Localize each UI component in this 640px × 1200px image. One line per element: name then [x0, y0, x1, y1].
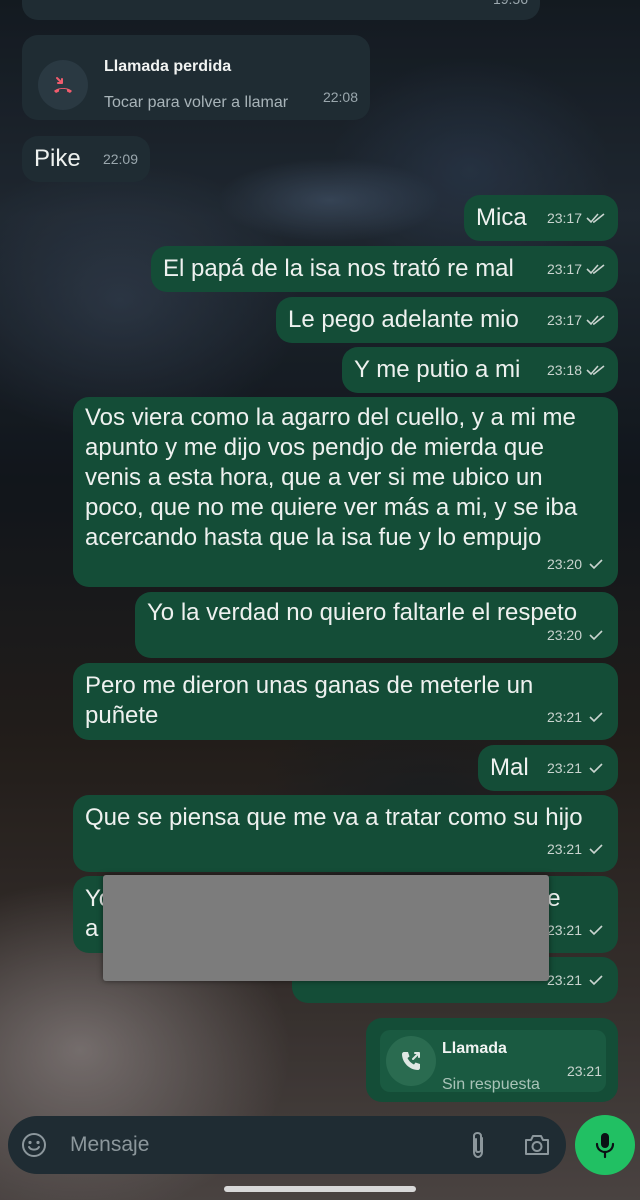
message-meta: 22:09 — [103, 144, 138, 174]
read-receipt-icon — [586, 365, 605, 376]
home-indicator[interactable] — [224, 1186, 416, 1192]
message-time: 23:17 — [546, 312, 582, 328]
missed-call-bubble[interactable]: Llamada perdida Tocar para volver a llam… — [22, 35, 370, 120]
sent-check-icon — [589, 559, 603, 570]
missed-call-title: Llamada perdida — [104, 58, 232, 75]
read-receipt-icon — [586, 213, 605, 224]
message-text: Pike — [34, 145, 81, 172]
message-time: 22:09 — [102, 151, 138, 167]
message-time: 19:56 — [493, 0, 528, 14]
redaction-box — [103, 875, 549, 981]
message-meta: 23:17 — [547, 305, 606, 335]
message-time: 23:20 — [546, 556, 582, 572]
message-meta: 23:20 — [547, 620, 606, 650]
message-text: Vos viera como la agarro del cuello, y a… — [85, 404, 578, 551]
sent-check-icon — [589, 630, 603, 641]
message-meta: 23:20 — [547, 549, 606, 579]
message-time: 23:21 — [546, 760, 582, 776]
camera-icon[interactable] — [522, 1131, 552, 1159]
missed-call-subtitle: Tocar para volver a llamar — [104, 94, 289, 111]
message-text: Y me putio a mi — [354, 356, 521, 383]
emoji-icon[interactable] — [20, 1131, 48, 1159]
message-bubble-incoming[interactable]: Pike 22:09 — [22, 136, 150, 182]
message-time: 22:08 — [322, 89, 358, 105]
sent-check-icon — [589, 763, 603, 774]
outgoing-call-texts: Llamada Sin respuesta — [442, 1034, 540, 1100]
outgoing-call-title: Llamada — [442, 1040, 507, 1057]
outgoing-call-bubble[interactable]: Llamada Sin respuesta 23:21 — [366, 1018, 618, 1102]
microphone-button[interactable] — [575, 1115, 635, 1175]
message-time: 23:21 — [546, 841, 582, 857]
message-bubble-outgoing[interactable]: Mal 23:21 — [478, 745, 618, 791]
message-text: Mica — [476, 204, 527, 231]
read-receipt-icon — [586, 315, 605, 326]
message-time: 23:21 — [546, 972, 582, 988]
message-text: Mal — [490, 754, 529, 781]
outgoing-call-icon — [386, 1036, 436, 1086]
message-meta: 23:21 — [547, 702, 606, 732]
microphone-icon — [595, 1133, 615, 1159]
message-meta: 22:08 — [323, 82, 358, 112]
message-meta: 19:56 — [493, 0, 528, 14]
message-time: 23:21 — [546, 709, 582, 725]
message-meta: 23:21 — [547, 834, 606, 864]
message-time: 23:21 — [566, 1063, 602, 1079]
message-bubble-outgoing[interactable]: Vos viera como la agarro del cuello, y a… — [73, 397, 618, 587]
missed-call-glyph — [54, 77, 72, 93]
message-text: Yo la verdad no quiero faltarle el respe… — [147, 599, 578, 626]
camera-glyph — [525, 1135, 549, 1155]
message-text: El papá de la isa nos trató re mal — [163, 255, 514, 282]
message-text: Que se piensa que me va a tratar como su… — [85, 804, 583, 831]
message-meta: 23:21 — [547, 965, 606, 995]
message-bubble-outgoing[interactable]: Le pego adelante mio 23:17 — [276, 297, 618, 343]
message-meta: 23:21 — [547, 915, 606, 945]
phone-outgoing-glyph — [402, 1052, 420, 1070]
outgoing-call-subtitle: Sin respuesta — [442, 1076, 540, 1093]
message-time: 23:17 — [546, 210, 582, 226]
emoji-glyph — [22, 1133, 46, 1157]
message-time: 23:17 — [546, 261, 582, 277]
paperclip-icon[interactable] — [466, 1129, 490, 1161]
message-text-fragment: a — [85, 915, 99, 942]
sent-check-icon — [589, 975, 603, 986]
paperclip-glyph — [473, 1131, 483, 1159]
message-time: 23:20 — [546, 627, 582, 643]
message-time: 23:18 — [546, 362, 582, 378]
sent-check-icon — [589, 712, 603, 723]
message-text: Le pego adelante mio — [288, 306, 519, 333]
message-bubble-outgoing[interactable]: El papá de la isa nos trató re mal 23:17 — [151, 246, 618, 292]
message-meta: 23:21 — [567, 1056, 602, 1086]
message-bubble-outgoing[interactable]: Pero me dieron unas ganas de meterle un … — [73, 663, 618, 740]
message-input-bar[interactable]: Mensaje — [8, 1116, 566, 1174]
missed-call-icon — [38, 60, 88, 110]
missed-call-card: Llamada perdida Tocar para volver a llam… — [38, 52, 354, 118]
read-receipt-icon — [586, 264, 605, 275]
message-meta: 23:21 — [547, 753, 606, 783]
message-bubble-outgoing[interactable]: Y me putio a mi 23:18 — [342, 347, 618, 393]
sent-check-icon — [589, 844, 603, 855]
sent-check-icon — [589, 925, 603, 936]
message-bubble-outgoing[interactable]: Yo la verdad no quiero faltarle el respe… — [135, 592, 618, 658]
missed-call-texts: Llamada perdida Tocar para volver a llam… — [104, 52, 288, 118]
message-bubble-partial[interactable]: 19:56 — [22, 0, 540, 20]
message-meta: 23:17 — [547, 203, 606, 233]
message-text: Pero me dieron unas ganas de meterle un … — [85, 672, 534, 729]
message-input[interactable]: Mensaje — [70, 1133, 149, 1157]
message-time: 23:21 — [546, 922, 582, 938]
message-bubble-outgoing[interactable]: Mica 23:17 — [464, 195, 618, 241]
message-meta: 23:17 — [547, 254, 606, 284]
message-meta: 23:18 — [547, 355, 606, 385]
message-bubble-outgoing[interactable]: Que se piensa que me va a tratar como su… — [73, 795, 618, 872]
